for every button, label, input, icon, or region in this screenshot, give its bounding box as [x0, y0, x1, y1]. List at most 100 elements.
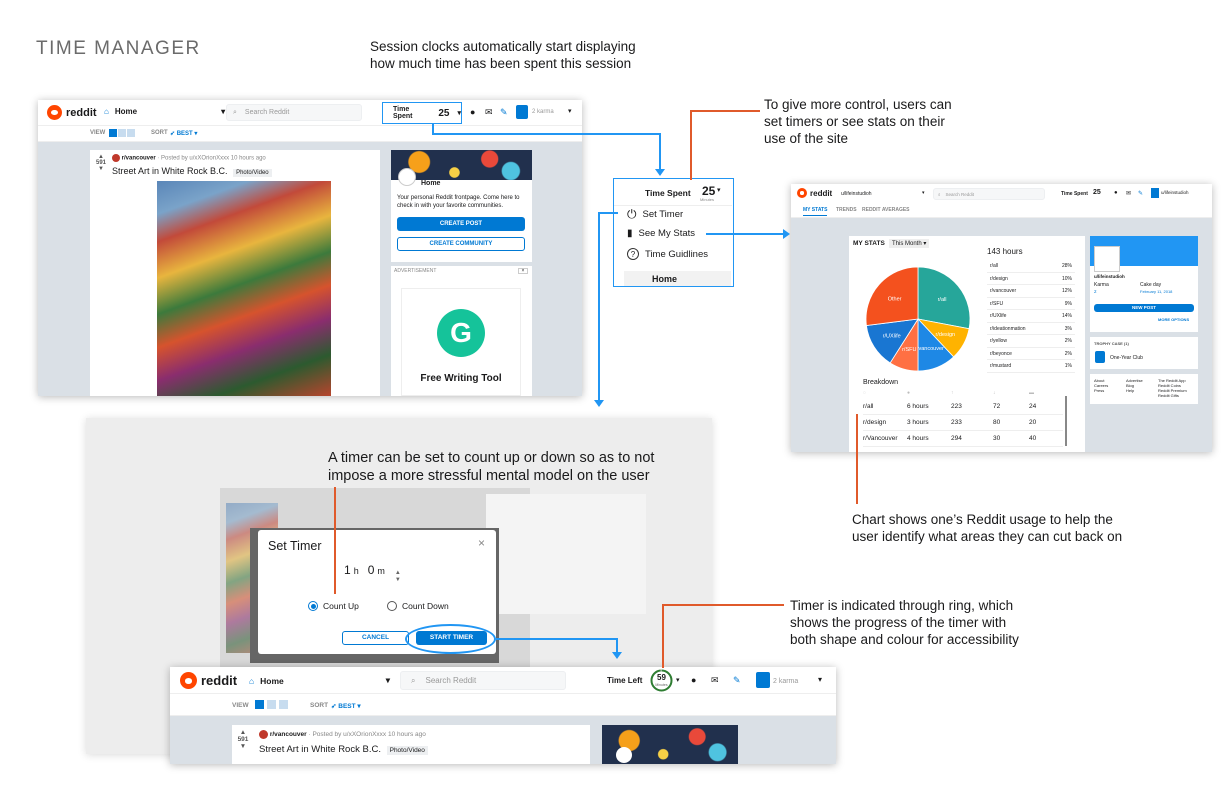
tab-reddit-averages[interactable]: REDDIT AVERAGES: [862, 207, 910, 213]
create-community-button[interactable]: CREATE COMMUNITY: [397, 237, 525, 251]
compact-view-icon[interactable]: [279, 700, 288, 709]
avatar[interactable]: [756, 672, 770, 688]
mail-icon[interactable]: ✉: [711, 675, 719, 686]
table-row[interactable]: r/all 6 hours 223 72 24: [863, 399, 1063, 415]
count-down-radio[interactable]: Count Down: [387, 601, 449, 611]
table-row[interactable]: r/design 3 hours 233 80 20: [863, 415, 1063, 431]
reddit-logo[interactable]: reddit: [180, 672, 237, 689]
user-dropdown[interactable]: u/lifeinstudioh: [841, 191, 872, 197]
dimmed-card: [486, 494, 646, 614]
search-icon: ⌕: [233, 108, 237, 116]
post-title[interactable]: Street Art in White Rock B.C.: [259, 744, 381, 755]
upvote-icon[interactable]: ▲: [236, 729, 250, 736]
pencil-icon[interactable]: ✎: [733, 675, 741, 686]
sort-dropdown[interactable]: ➶ BEST ▾: [331, 702, 361, 710]
time-spent-label[interactable]: Time Spent: [1061, 191, 1088, 197]
mail-icon[interactable]: ✉: [485, 107, 493, 118]
search-input[interactable]: ⌕ Search Reddit: [933, 188, 1045, 200]
post-card[interactable]: ▲ 591 ▼ r/vancouver · Posted by u/xXOrio…: [90, 150, 380, 396]
minutes-value[interactable]: 0: [368, 563, 375, 577]
classic-view-icon[interactable]: [118, 129, 126, 137]
close-icon[interactable]: ×: [518, 268, 528, 274]
chat-icon[interactable]: ●: [470, 107, 475, 117]
reddit-logo[interactable]: reddit: [47, 105, 97, 120]
time-value[interactable]: 25: [1093, 189, 1101, 196]
home-dropdown[interactable]: ⌂ Home ▾: [104, 107, 225, 116]
comment-icon: ▬: [1029, 390, 1034, 396]
stepper-icon[interactable]: ▲ ▼: [395, 570, 401, 584]
subreddit-link[interactable]: r/vancouver: [270, 731, 307, 738]
downvote-icon[interactable]: ▼: [94, 166, 108, 172]
home-dropdown[interactable]: ⌂ Home ▾: [249, 675, 390, 686]
ad-title: Free Writing Tool: [420, 373, 502, 384]
post-meta: r/vancouver · Posted by u/xXOrionXxxx 10…: [112, 154, 266, 162]
table-cell: r/all: [863, 403, 874, 410]
ad-card[interactable]: ADVERTISEMENT × G Free Writing Tool: [391, 266, 532, 396]
avatar[interactable]: [1151, 188, 1159, 198]
annotation-line: To give more control, users can: [764, 97, 952, 112]
subreddit-link[interactable]: r/vancouver: [122, 156, 156, 162]
chat-icon[interactable]: ●: [691, 675, 696, 685]
arrow-down-icon: [612, 652, 622, 659]
menu-item-guidelines[interactable]: ? Time Guidlines: [627, 248, 708, 260]
post-title-row: Street Art in White Rock B.C. Photo/Vide…: [259, 744, 428, 755]
footer-link[interactable]: Reddit Gifts: [1158, 393, 1187, 398]
classic-view-icon[interactable]: [267, 700, 276, 709]
period-dropdown[interactable]: This Month ▾: [889, 239, 930, 248]
dropdown-header[interactable]: Time Spent 25 ▾ Minutes: [614, 179, 732, 206]
menu-item-see-stats[interactable]: ▮ See My Stats: [627, 228, 695, 239]
create-post-button[interactable]: CREATE POST: [397, 217, 525, 231]
legend-row: r/yellow 2%: [987, 335, 1075, 348]
clock-icon: ●: [907, 390, 911, 396]
orange-connector: [334, 487, 336, 594]
search-input[interactable]: ⌕ Search Reddit: [226, 104, 362, 121]
legend-row: r/vancouver 12%: [987, 285, 1075, 298]
footer-link[interactable]: Help: [1126, 388, 1143, 393]
close-icon[interactable]: ×: [478, 536, 485, 550]
post-card[interactable]: ▲ 591 ▼ r/vancouver · Posted by u/xXOrio…: [232, 725, 590, 764]
pencil-icon[interactable]: ✎: [1138, 190, 1143, 197]
tab-trends[interactable]: TRENDS: [836, 207, 857, 213]
menu-item-set-timer[interactable]: ⏻ Set Timer: [627, 207, 683, 222]
duration-field[interactable]: 1 h 0 m ▲ ▼: [344, 554, 408, 586]
footer-link[interactable]: Press: [1094, 388, 1108, 393]
footer-col-1: About Careers Press: [1094, 378, 1108, 393]
sort-dropdown[interactable]: ➶ BEST ▾: [170, 130, 197, 137]
chat-icon[interactable]: ●: [1114, 190, 1118, 196]
time-spent-button[interactable]: Time Spent 25 ▾: [382, 102, 462, 124]
dropdown-time-unit: Minutes: [700, 197, 715, 202]
hours-value[interactable]: 1: [344, 563, 351, 577]
reddit-logo[interactable]: reddit: [797, 188, 832, 198]
pie-label: r/UXlife: [883, 334, 901, 340]
count-up-radio[interactable]: Count Up: [308, 601, 359, 611]
downvote-icon[interactable]: ▼: [236, 743, 250, 750]
card-view-icon[interactable]: [109, 129, 117, 137]
new-post-button[interactable]: NEW POST: [1094, 304, 1194, 312]
scrollbar[interactable]: [1065, 396, 1067, 446]
mail-icon[interactable]: ✉: [1126, 190, 1131, 197]
tab-my-stats[interactable]: MY STATS: [803, 207, 828, 216]
table-row[interactable]: r/Vancouver 4 hours 294 30 40: [863, 431, 1063, 447]
post-flair: Photo/Video: [386, 746, 428, 755]
pencil-icon[interactable]: ✎: [500, 107, 508, 118]
connector: [496, 638, 617, 640]
pie-label: r/design: [936, 332, 956, 338]
bottom-screen: reddit ⌂ Home ▾ ⌕ Search Reddit Time Lef…: [170, 667, 836, 764]
card-view-icon[interactable]: [255, 700, 264, 709]
post-title[interactable]: Street Art in White Rock B.C.: [112, 166, 228, 176]
search-input[interactable]: ⌕ Search Reddit: [400, 671, 566, 690]
chevron-down-icon[interactable]: ▾: [676, 676, 680, 684]
chevron-down-icon[interactable]: ▾: [568, 107, 572, 115]
cancel-button[interactable]: CANCEL: [342, 631, 409, 645]
bar-chart-icon: ▮: [627, 228, 633, 239]
post-image[interactable]: [157, 181, 331, 396]
chevron-down-icon[interactable]: ▾: [818, 675, 822, 684]
legend-name: r/all: [990, 263, 999, 269]
orange-connector: [690, 110, 760, 112]
chevron-down-icon[interactable]: ▾: [922, 190, 925, 196]
timer-ring[interactable]: 59 Minutes: [650, 669, 673, 692]
home-label: Home: [114, 107, 138, 116]
compact-view-icon[interactable]: [127, 129, 135, 137]
more-options-link[interactable]: MORE OPTIONS: [1158, 317, 1189, 322]
avatar[interactable]: [516, 105, 528, 119]
